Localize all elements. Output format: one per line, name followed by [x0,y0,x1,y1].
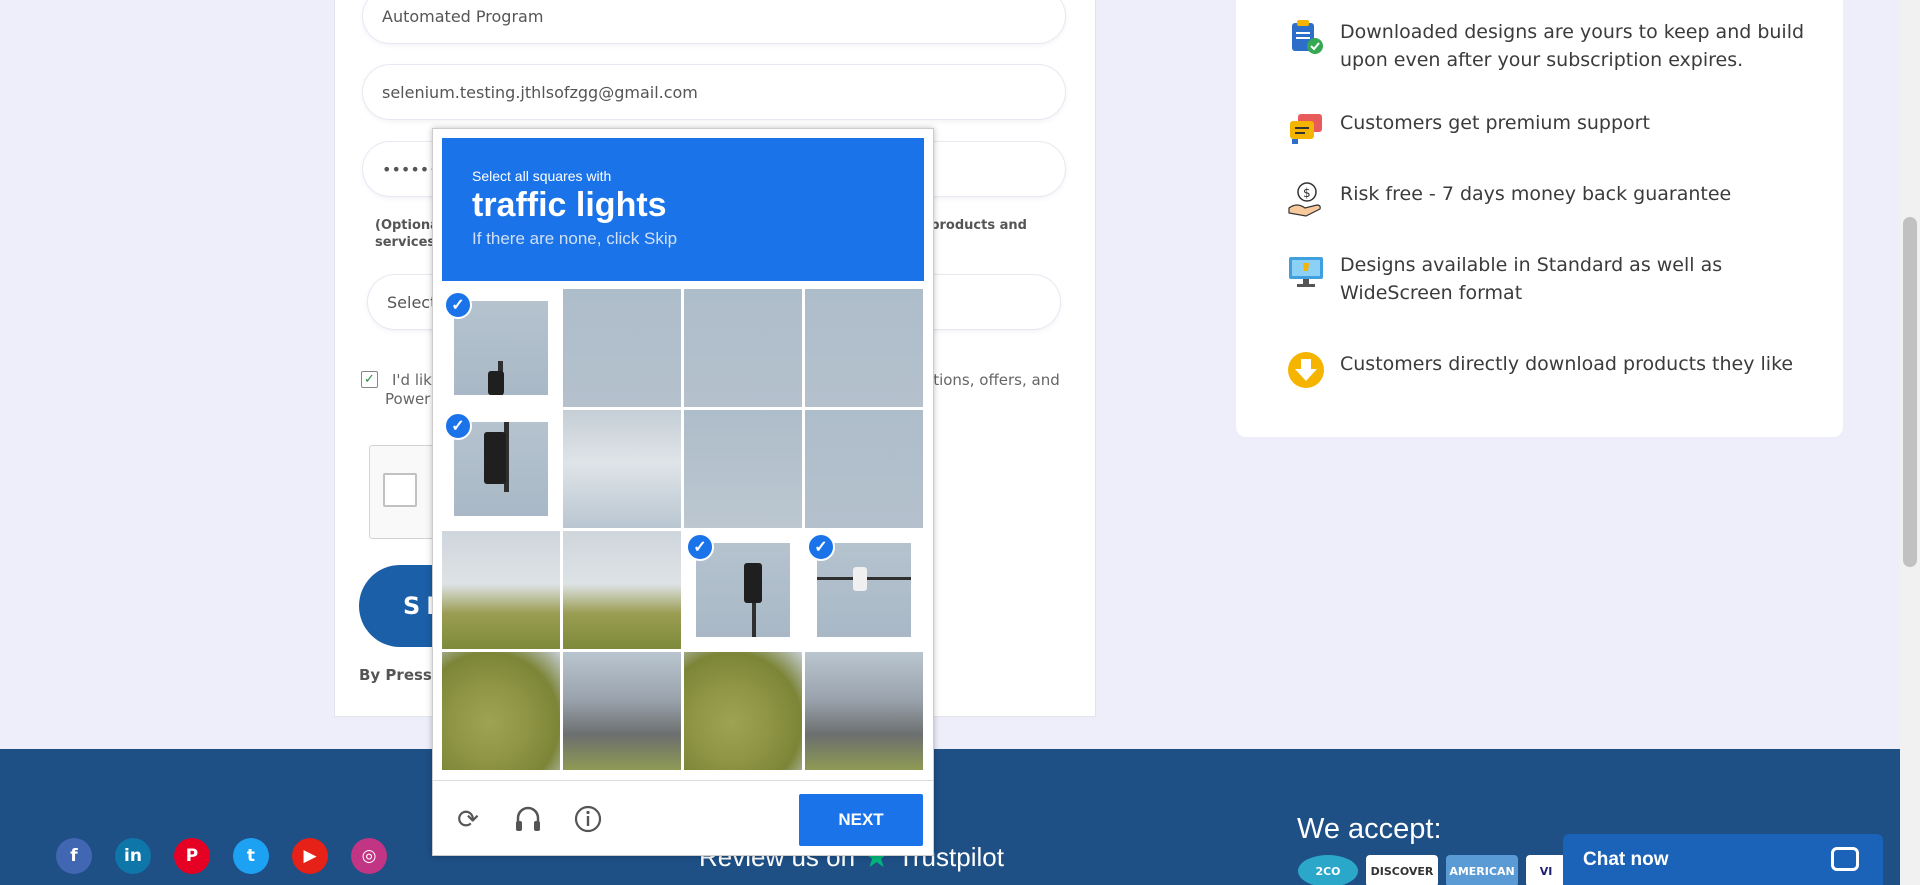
captcha-header: Select all squares with traffic lights I… [442,138,924,281]
captcha-tile[interactable]: ✓ [442,410,560,528]
chat-bubble-icon [1831,847,1859,871]
name-field-value: Automated Program [382,6,544,26]
card-visa: VI [1526,855,1566,885]
money-hand-icon: $ [1286,180,1326,220]
name-field[interactable]: Automated Program [363,0,1065,43]
benefit-text: Downloaded designs are yours to keep and… [1340,21,1805,71]
linkedin-icon[interactable]: in [115,838,151,874]
captcha-tile[interactable] [563,289,681,407]
linkedin-glyph: in [124,846,142,866]
captcha-tile[interactable] [805,410,923,528]
captcha-tile[interactable]: ✓ [442,289,560,407]
email-field[interactable]: selenium.testing.jthlsofzgg@gmail.com [363,65,1065,119]
payment-cards: 2CO DISCOVER AMERICAN VI [1298,855,1566,885]
captcha-grid: ✓ ✓ ✓ ✓ [442,289,924,771]
captcha-hint: If there are none, click Skip [472,229,678,248]
we-accept-title: We accept: [1297,813,1442,845]
facebook-glyph: f [70,846,78,866]
benefit-item: $ Risk free - 7 days money back guarante… [1286,180,1810,220]
benefit-item: Customers get premium support [1286,109,1810,149]
captcha-challenge: Select all squares with traffic lights I… [432,128,934,856]
facebook-icon[interactable]: f [56,838,92,874]
captcha-tile[interactable]: ✓ [684,531,802,649]
svg-text:$: $ [1303,186,1311,200]
audio-challenge-icon[interactable] [513,804,543,834]
captcha-tile[interactable] [442,652,560,770]
benefit-text: Designs available in Standard as well as… [1340,254,1723,304]
download-arrow-icon [1286,350,1326,390]
card-2co: 2CO [1298,855,1358,885]
youtube-glyph: ▶ [303,846,317,866]
captcha-footer: ⟳ NEXT [433,780,933,856]
benefit-item: Downloaded designs are yours to keep and… [1286,18,1810,74]
chat-bubbles-icon [1286,109,1326,149]
recaptcha-checkbox[interactable] [383,473,417,507]
card-amex: AMERICAN [1446,855,1518,885]
captcha-tile[interactable] [684,410,802,528]
pinterest-icon[interactable]: P [174,838,210,874]
captcha-tile[interactable] [442,531,560,649]
pinterest-glyph: P [185,846,199,866]
email-field-value: selenium.testing.jthlsofzgg@gmail.com [382,82,698,102]
twitter-glyph: t [246,846,256,866]
scrollbar-thumb[interactable] [1903,217,1917,567]
info-icon[interactable] [573,804,603,834]
newsletter-text-end: ations, offers, and [924,371,1060,389]
captcha-tile[interactable] [563,652,681,770]
clipboard-check-icon [1286,18,1326,58]
terms-notice: By Pressi [359,666,437,684]
tile-selected-check-icon: ✓ [807,533,835,561]
benefit-item: Designs available in Standard as well as… [1286,251,1810,307]
benefits-card: Downloaded designs are yours to keep and… [1236,0,1843,437]
twitter-icon[interactable]: t [233,838,269,874]
next-button-label: NEXT [838,810,884,829]
social-links: f in P t ▶ ◎ [56,838,387,874]
card-discover: DISCOVER [1366,855,1438,885]
monitor-icon [1286,251,1326,291]
captcha-tile[interactable] [563,531,681,649]
benefit-text: Customers get premium support [1340,112,1650,134]
newsletter-checkbox[interactable]: ✓ [361,371,378,388]
captcha-tile[interactable] [805,289,923,407]
benefit-text: Customers directly download products the… [1340,353,1794,375]
captcha-tile[interactable] [684,289,802,407]
captcha-tile[interactable] [805,652,923,770]
tile-selected-check-icon: ✓ [686,533,714,561]
chat-label: Chat now [1583,848,1669,870]
chat-now-button[interactable]: Chat now [1563,834,1883,885]
tile-selected-check-icon: ✓ [444,291,472,319]
youtube-icon[interactable]: ▶ [292,838,328,874]
next-button[interactable]: NEXT [799,794,923,846]
captcha-tile[interactable] [563,410,681,528]
benefit-item: Customers directly download products the… [1286,350,1810,390]
captcha-tile[interactable]: ✓ [805,531,923,649]
instagram-glyph: ◎ [361,846,377,866]
captcha-tile[interactable] [684,652,802,770]
instagram-icon[interactable]: ◎ [351,838,387,874]
newsletter-text-line2: Power [385,390,431,408]
benefit-text: Risk free - 7 days money back guarantee [1340,183,1732,205]
captcha-instruction: Select all squares with [472,168,612,184]
reload-icon[interactable]: ⟳ [453,804,483,834]
captcha-target: traffic lights [472,186,667,224]
interest-select-value: Select [387,292,437,312]
tile-selected-check-icon: ✓ [444,412,472,440]
